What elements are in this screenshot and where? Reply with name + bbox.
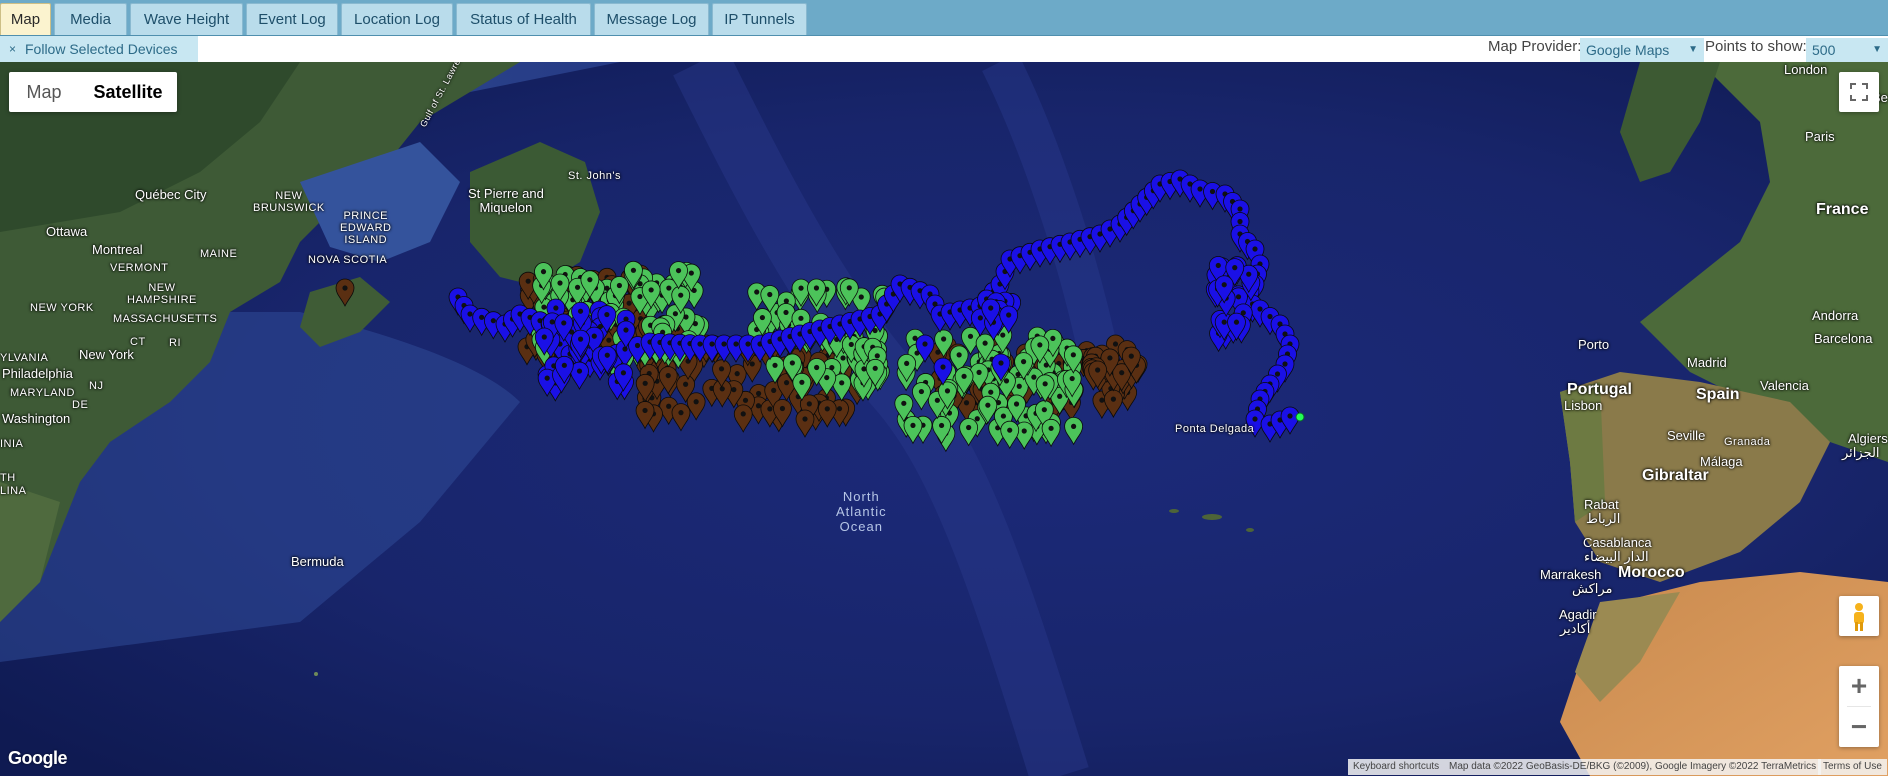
map-provider-select[interactable]: Google Maps ▼ [1580,38,1704,62]
fullscreen-button[interactable] [1839,72,1879,112]
label-lina: LINA [0,485,27,497]
label-rabat: Rabat [1584,497,1619,512]
label-agadir-ar: أكادير [1560,621,1591,636]
label-washington: Washington [2,411,71,426]
label-marrakesh: Marrakesh [1540,567,1602,582]
label-paris: Paris [1805,129,1835,144]
label-granada: Granada [1724,436,1771,448]
label-london: London [1784,62,1828,77]
keyboard-shortcuts-link[interactable]: Keyboard shortcuts [1348,759,1445,775]
terms-of-use-link[interactable]: Terms of Use [1818,759,1887,775]
map-data-attribution: Map data ©2022 GeoBasis-DE/BKG (©2009), … [1444,759,1822,775]
street-view-pegman-button[interactable] [1839,596,1879,636]
tab-location-log[interactable]: Location Log [341,3,453,35]
label-new-york: New York [79,347,134,362]
label-new-hampshire: NEW HAMPSHIRE [127,282,197,306]
label-north-atlantic-ocean: North Atlantic Ocean [836,489,887,534]
label-rabat-ar: الرباط [1586,511,1621,526]
fullscreen-icon [1850,83,1868,101]
zoom-out-button[interactable]: − [1839,707,1879,747]
label-seville: Seville [1667,428,1706,443]
label-nj: NJ [89,380,104,392]
label-new-brunswick: NEW BRUNSWICK [253,190,325,214]
map-canvas[interactable]: London Be Paris France Andorra Barcelona… [0,62,1888,776]
label-st-pierre-miquelon: St Pierre and Miquelon [468,186,544,215]
label-algiers: Algiers [1848,431,1888,446]
label-ri: RI [169,337,181,349]
label-maine: MAINE [200,248,238,260]
google-logo: Google [8,748,68,768]
tab-ip-tunnels[interactable]: IP Tunnels [712,3,807,35]
tab-map[interactable]: Map [0,3,51,35]
tab-event-log[interactable]: Event Log [246,3,338,35]
label-lisbon: Lisbon [1564,398,1603,413]
label-de: DE [72,399,89,411]
map-provider-value: Google Maps [1586,42,1670,58]
tab-status-of-health[interactable]: Status of Health [456,3,591,35]
label-pei: PRINCE EDWARD ISLAND [340,210,392,246]
label-ottawa: Ottawa [46,224,88,239]
active-device-marker[interactable] [1295,412,1305,422]
label-inia: INIA [0,438,24,450]
label-nova-scotia: NOVA SCOTIA [308,254,388,266]
map-provider-label: Map Provider: [1488,38,1582,55]
label-algiers-ar: الجزائر [1842,445,1880,460]
tab-media[interactable]: Media [54,3,127,35]
label-madrid: Madrid [1687,355,1727,370]
label-casablanca-ar: الدار البيضاء [1584,549,1649,564]
chevron-down-icon: ▼ [1688,44,1698,55]
label-marrakesh-ar: مراكش [1572,581,1613,596]
zoom-in-button[interactable]: + [1839,666,1879,706]
label-pennsylvania: YLVANIA [0,352,49,364]
chevron-down-icon: ▼ [1872,44,1882,55]
label-morocco: Morocco [1618,564,1685,581]
label-porto: Porto [1578,337,1610,352]
label-montreal: Montreal [92,242,143,257]
label-quebec-city: Québec City [135,187,207,202]
follow-selected-devices-button[interactable]: × Follow Selected Devices [0,36,198,62]
zoom-control: + − [1839,666,1879,747]
label-vermont: VERMONT [110,262,169,274]
tab-bar: Map Media Wave Height Event Log Location… [0,0,1888,36]
label-gibraltar: Gibraltar [1642,467,1709,484]
map-type-map-button[interactable]: Map [9,72,79,112]
label-valencia: Valencia [1760,378,1809,393]
map-type-control: Map Satellite [9,72,177,112]
points-to-show-select[interactable]: 500 ▼ [1806,38,1888,62]
label-spain: Spain [1696,386,1740,403]
points-to-show-label: Points to show: [1705,38,1807,55]
label-agadir: Agadir [1559,607,1597,622]
tab-message-log[interactable]: Message Log [594,3,709,35]
label-maryland: MARYLAND [10,387,75,399]
close-icon: × [9,42,17,56]
label-st-johns: St. John's [568,170,621,182]
map-toolbar: × Follow Selected Devices Map Provider: … [0,36,1888,62]
label-portugal: Portugal [1567,381,1632,398]
label-casablanca: Casablanca [1583,535,1652,550]
pegman-icon [1854,603,1864,631]
points-to-show-value: 500 [1812,42,1836,58]
label-philadelphia: Philadelphia [2,366,73,381]
label-massachusetts: MASSACHUSETTS [113,313,218,325]
map-type-satellite-button[interactable]: Satellite [79,72,177,112]
follow-selected-devices-label: Follow Selected Devices [25,41,178,57]
tab-wave-height[interactable]: Wave Height [130,3,243,35]
satellite-imagery [0,62,1888,776]
label-bermuda: Bermuda [291,554,344,569]
label-andorra: Andorra [1812,308,1859,323]
label-th: TH [0,472,16,484]
label-barcelona: Barcelona [1814,331,1873,346]
label-france: France [1816,201,1869,218]
label-ponta-delgada: Ponta Delgada [1175,423,1255,435]
label-new-york-state: NEW YORK [30,302,94,314]
